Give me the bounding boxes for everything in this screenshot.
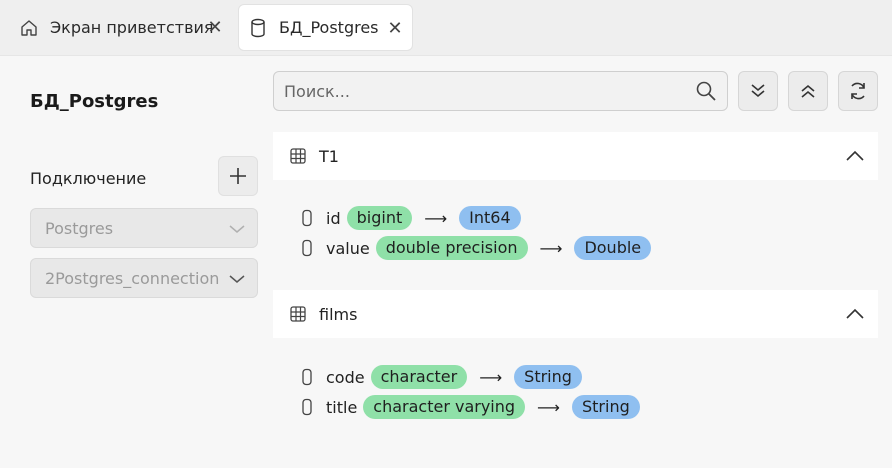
target-type-badge: Int64	[459, 206, 521, 230]
search-icon[interactable]	[695, 80, 717, 102]
double-chevron-down-icon	[751, 84, 765, 98]
column-row: code character ⟶ String	[300, 364, 582, 390]
target-type-badge: Double	[574, 236, 652, 260]
mapping-arrow: ⟶	[424, 208, 448, 228]
home-icon	[16, 15, 42, 41]
add-connection-button[interactable]	[218, 156, 258, 196]
table-name: T1	[319, 146, 339, 166]
target-type-badge: String	[514, 365, 582, 389]
column-name: value	[326, 238, 370, 258]
db-type-value: Postgres	[45, 218, 114, 238]
source-type-badge: bigint	[346, 206, 413, 230]
target-type-badge: String	[571, 395, 640, 419]
table-icon	[290, 148, 306, 164]
collapse-all-button[interactable]	[788, 71, 828, 111]
search-box	[273, 71, 728, 111]
tab-database-label: БД_Postgres	[279, 18, 379, 37]
mapping-arrow: ⟶	[479, 367, 503, 387]
tab-bar: Экран приветствия ✕ БД_Postgres ✕	[0, 0, 892, 56]
connection-label: Подключение	[30, 169, 147, 188]
column-icon	[302, 239, 312, 257]
chevron-down-icon	[227, 269, 247, 289]
table-header-films[interactable]: films	[273, 290, 878, 338]
db-type-select[interactable]: Postgres	[30, 208, 258, 248]
column-name: title	[326, 397, 358, 417]
column-row: title character varying ⟶ String	[300, 394, 640, 420]
source-type-badge: character varying	[363, 395, 526, 419]
table-name: films	[319, 304, 358, 324]
tab-welcome[interactable]: Экран приветствия ✕	[10, 4, 232, 51]
database-icon	[245, 15, 271, 41]
source-type-badge: double precision	[375, 236, 528, 260]
tab-welcome-label: Экран приветствия	[50, 18, 214, 37]
page-title: БД_Postgres	[30, 91, 159, 112]
refresh-icon	[851, 82, 865, 100]
table-icon	[290, 306, 306, 322]
chevron-up-icon[interactable]	[844, 303, 866, 325]
column-row: value double precision ⟶ Double	[300, 235, 652, 261]
column-name: code	[326, 367, 365, 387]
chevron-up-icon[interactable]	[844, 145, 866, 167]
double-chevron-up-icon	[801, 84, 815, 98]
source-type-badge: character	[370, 365, 468, 389]
chevron-down-icon	[227, 219, 247, 239]
mapping-arrow: ⟶	[537, 397, 560, 417]
close-icon[interactable]: ✕	[204, 16, 226, 38]
column-name: id	[326, 208, 341, 228]
column-icon	[302, 368, 312, 386]
connection-select[interactable]: 2Postgres_connection	[30, 258, 258, 298]
search-input[interactable]	[284, 80, 684, 102]
mapping-arrow: ⟶	[539, 238, 563, 258]
tab-database[interactable]: БД_Postgres ✕	[238, 4, 413, 51]
refresh-button[interactable]	[838, 71, 878, 111]
connection-value: 2Postgres_connection	[45, 268, 220, 288]
close-icon[interactable]: ✕	[384, 17, 406, 39]
column-icon	[302, 398, 312, 416]
column-row: id bigint ⟶ Int64	[300, 205, 521, 231]
plus-icon	[230, 168, 246, 184]
table-header-t1[interactable]: T1	[273, 132, 878, 180]
expand-all-button[interactable]	[738, 71, 778, 111]
column-icon	[302, 209, 312, 227]
